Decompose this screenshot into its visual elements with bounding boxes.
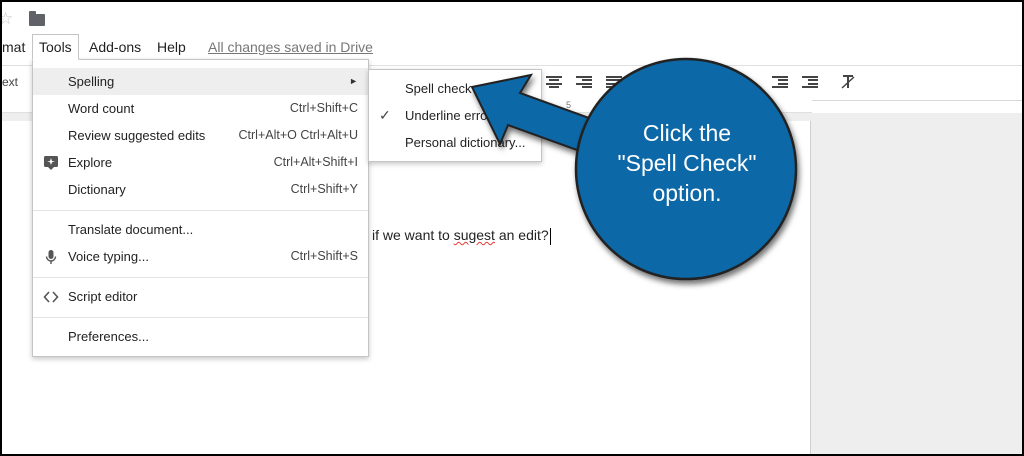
menu-item-label: Voice typing... xyxy=(68,249,149,264)
menu-separator xyxy=(33,210,368,211)
justify-icon[interactable] xyxy=(606,74,622,90)
menu-item-explore[interactable]: Explore Ctrl+Alt+Shift+I xyxy=(33,149,368,176)
menu-item-label: Spelling xyxy=(68,74,115,89)
screenshot-frame: ☆ mat Tools Add-ons Help All changes sav… xyxy=(0,0,1024,456)
tools-menu: Spelling ► Word count Ctrl+Shift+C Revie… xyxy=(32,59,369,357)
menu-item-dictionary[interactable]: Dictionary Ctrl+Shift+Y xyxy=(33,176,368,203)
submenu-item-label: Underline errors xyxy=(405,108,499,123)
title-bar: ☆ xyxy=(2,2,1022,34)
text-cursor xyxy=(549,227,551,245)
menu-item-voice-typing[interactable]: Voice typing... Ctrl+Shift+S xyxy=(33,243,368,270)
align-center-icon[interactable] xyxy=(546,74,562,90)
menu-help[interactable]: Help xyxy=(151,34,192,60)
menu-bar: mat Tools Add-ons Help All changes saved… xyxy=(2,34,1022,60)
menu-item-shortcut: Ctrl+Shift+Y xyxy=(290,182,358,196)
submenu-arrow-icon: ► xyxy=(349,76,358,86)
menu-item-shortcut: Ctrl+Shift+C xyxy=(289,101,358,115)
menu-tools[interactable]: Tools xyxy=(32,34,79,60)
document-text[interactable]: if we want to sugest an edit? xyxy=(372,227,551,245)
menu-item-preferences[interactable]: Preferences... xyxy=(33,323,368,350)
folder-icon[interactable] xyxy=(29,11,45,26)
menu-item-shortcut: Ctrl+Alt+O Ctrl+Alt+U xyxy=(238,128,358,142)
star-icon[interactable]: ☆ xyxy=(2,10,13,27)
submenu-item-underline-errors[interactable]: ✓ Underline errors xyxy=(369,102,541,129)
menu-item-label: Preferences... xyxy=(68,329,149,344)
misspelled-word[interactable]: sugest xyxy=(454,227,495,243)
ruler-mark: 5 xyxy=(566,100,572,110)
menu-item-shortcut: Ctrl+Alt+Shift+I xyxy=(273,155,358,169)
menu-item-script-editor[interactable]: Script editor xyxy=(33,283,368,310)
submenu-item-spell-check[interactable]: Spell check xyxy=(369,75,541,102)
callout-line: "Spell Check" xyxy=(617,150,757,176)
menu-item-review-suggested-edits[interactable]: Review suggested edits Ctrl+Alt+O Ctrl+A… xyxy=(33,122,368,149)
callout-line: Click the xyxy=(642,120,732,146)
menu-separator xyxy=(33,317,368,318)
menu-item-word-count[interactable]: Word count Ctrl+Shift+C xyxy=(33,95,368,122)
submenu-item-label: Personal dictionary... xyxy=(405,135,526,150)
microphone-icon xyxy=(43,249,59,265)
clear-formatting-icon[interactable] xyxy=(840,74,856,90)
decrease-indent-icon[interactable] xyxy=(772,74,788,90)
spelling-submenu: Spell check ✓ Underline errors Personal … xyxy=(368,69,542,162)
menu-item-spelling[interactable]: Spelling ► xyxy=(33,68,368,95)
toolbar-style-label[interactable]: ext xyxy=(2,75,18,89)
align-right-icon[interactable] xyxy=(576,74,592,90)
menu-item-label: Word count xyxy=(68,101,135,116)
checkmark-icon: ✓ xyxy=(379,107,391,123)
save-status-link[interactable]: All changes saved in Drive xyxy=(208,34,373,60)
increase-indent-icon[interactable] xyxy=(802,74,818,90)
menu-item-translate-document[interactable]: Translate document... xyxy=(33,216,368,243)
menu-item-label: Dictionary xyxy=(68,182,126,197)
menu-separator xyxy=(33,277,368,278)
menu-item-label: Script editor xyxy=(68,289,138,304)
menu-item-label: Review suggested edits xyxy=(68,128,206,143)
submenu-item-personal-dictionary[interactable]: Personal dictionary... xyxy=(369,129,541,156)
text-segment: an edit? xyxy=(494,227,549,243)
submenu-item-label: Spell check xyxy=(405,81,472,96)
menu-item-shortcut: Ctrl+Shift+S xyxy=(290,249,358,263)
menu-add-ons[interactable]: Add-ons xyxy=(83,34,147,60)
menu-item-label: Translate document... xyxy=(68,222,194,237)
menu-format[interactable]: mat xyxy=(2,34,31,60)
callout-text: Click the "Spell Check" option. xyxy=(594,118,780,208)
code-brackets-icon xyxy=(43,289,59,305)
callout-line: option. xyxy=(652,180,722,206)
explore-icon xyxy=(43,155,59,171)
text-segment: if we want to xyxy=(372,227,454,243)
menu-item-label: Explore xyxy=(68,155,113,170)
